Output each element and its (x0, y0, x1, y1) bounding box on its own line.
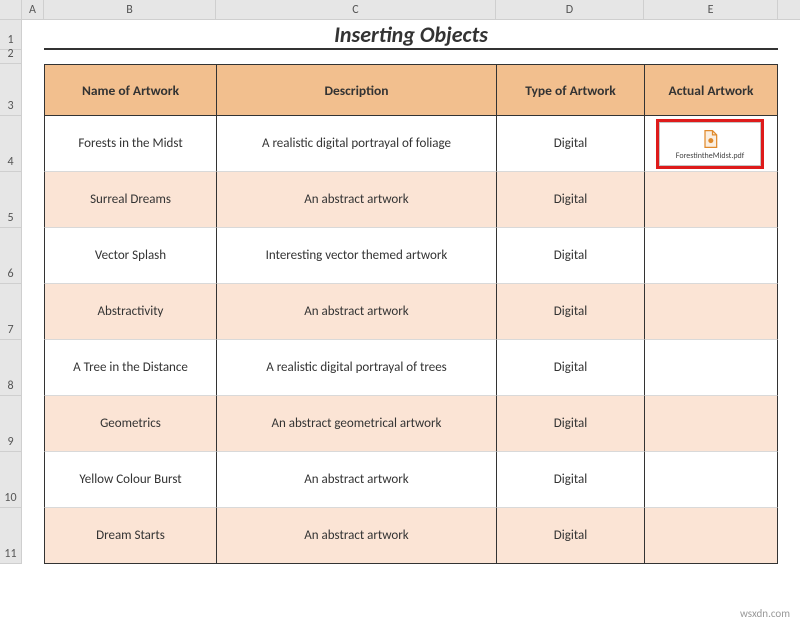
cell-a2[interactable] (22, 50, 44, 64)
table-row: 5 Surreal Dreams An abstract artwork Dig… (0, 172, 800, 228)
cell-artwork[interactable] (644, 508, 778, 564)
select-all-corner[interactable] (0, 0, 22, 19)
table-row: 7 Abstractivity An abstract artwork Digi… (0, 284, 800, 340)
table-row: 10 Yellow Colour Burst An abstract artwo… (0, 452, 800, 508)
col-header-d[interactable]: D (496, 0, 644, 19)
header-desc[interactable]: Description (216, 64, 496, 116)
row-header-5[interactable]: 5 (0, 172, 22, 228)
cell-type[interactable]: Digital (496, 116, 644, 172)
row-2: 2 (0, 50, 800, 64)
col-header-e[interactable]: E (644, 0, 778, 19)
pdf-icon (699, 128, 721, 150)
cell-type[interactable]: Digital (496, 284, 644, 340)
grid-body: 1 Inserting Objects 2 3 Name of Artwork … (0, 20, 800, 564)
cell-type[interactable]: Digital (496, 452, 644, 508)
cell-desc[interactable]: An abstract geometrical artwork (216, 396, 496, 452)
header-name[interactable]: Name of Artwork (44, 64, 216, 116)
cell-artwork[interactable] (644, 228, 778, 284)
row-header-6[interactable]: 6 (0, 228, 22, 284)
cell-a9[interactable] (22, 396, 44, 452)
cell-a8[interactable] (22, 340, 44, 396)
row-3: 3 Name of Artwork Description Type of Ar… (0, 64, 800, 116)
cell-b2[interactable] (44, 50, 778, 64)
cell-a10[interactable] (22, 452, 44, 508)
cell-a1[interactable] (22, 20, 44, 50)
header-type[interactable]: Type of Artwork (496, 64, 644, 116)
cell-name[interactable]: A Tree in the Distance (44, 340, 216, 396)
cell-a11[interactable] (22, 508, 44, 564)
cell-type[interactable]: Digital (496, 228, 644, 284)
cell-desc[interactable]: An abstract artwork (216, 508, 496, 564)
cell-type[interactable]: Digital (496, 340, 644, 396)
col-header-b[interactable]: B (44, 0, 216, 19)
cell-artwork[interactable] (644, 284, 778, 340)
cell-desc[interactable]: An abstract artwork (216, 172, 496, 228)
table-row: 8 A Tree in the Distance A realistic dig… (0, 340, 800, 396)
cell-desc[interactable]: Interesting vector themed artwork (216, 228, 496, 284)
page-title[interactable]: Inserting Objects (44, 20, 778, 50)
cell-desc[interactable]: A realistic digital portrayal of foliage (216, 116, 496, 172)
watermark: wsxdn.com (740, 607, 790, 620)
row-1: 1 Inserting Objects (0, 20, 800, 50)
cell-name[interactable]: Vector Splash (44, 228, 216, 284)
row-header-11[interactable]: 11 (0, 508, 22, 564)
header-actual[interactable]: Actual Artwork (644, 64, 778, 116)
cell-name[interactable]: Abstractivity (44, 284, 216, 340)
row-header-7[interactable]: 7 (0, 284, 22, 340)
table-row: 11 Dream Starts An abstract artwork Digi… (0, 508, 800, 564)
row-header-3[interactable]: 3 (0, 64, 22, 116)
cell-desc[interactable]: A realistic digital portrayal of trees (216, 340, 496, 396)
cell-type[interactable]: Digital (496, 396, 644, 452)
cell-a6[interactable] (22, 228, 44, 284)
row-header-10[interactable]: 10 (0, 452, 22, 508)
row-header-8[interactable]: 8 (0, 340, 22, 396)
embedded-object[interactable]: ForestintheMidst.pdf (656, 119, 764, 169)
cell-type[interactable]: Digital (496, 508, 644, 564)
cell-a5[interactable] (22, 172, 44, 228)
cell-artwork[interactable] (644, 340, 778, 396)
cell-name[interactable]: Yellow Colour Burst (44, 452, 216, 508)
cell-name[interactable]: Dream Starts (44, 508, 216, 564)
col-header-a[interactable]: A (22, 0, 44, 19)
cell-artwork[interactable] (644, 452, 778, 508)
cell-name[interactable]: Surreal Dreams (44, 172, 216, 228)
cell-a4[interactable] (22, 116, 44, 172)
cell-type[interactable]: Digital (496, 172, 644, 228)
cell-desc[interactable]: An abstract artwork (216, 284, 496, 340)
cell-name[interactable]: Geometrics (44, 396, 216, 452)
cell-desc[interactable]: An abstract artwork (216, 452, 496, 508)
row-header-1[interactable]: 1 (0, 20, 22, 50)
col-header-c[interactable]: C (216, 0, 496, 19)
embedded-filename: ForestintheMidst.pdf (674, 152, 746, 161)
table-row: 6 Vector Splash Interesting vector theme… (0, 228, 800, 284)
cell-artwork[interactable] (644, 172, 778, 228)
cell-a7[interactable] (22, 284, 44, 340)
cell-a3[interactable] (22, 64, 44, 116)
column-headers: A B C D E (0, 0, 800, 20)
row-header-2[interactable]: 2 (0, 50, 22, 64)
cell-name[interactable]: Forests in the Midst (44, 116, 216, 172)
spreadsheet: A B C D E 1 Inserting Objects 2 3 Name o… (0, 0, 800, 628)
row-header-9[interactable]: 9 (0, 396, 22, 452)
row-header-4[interactable]: 4 (0, 116, 22, 172)
table-row: 9 Geometrics An abstract geometrical art… (0, 396, 800, 452)
cell-artwork[interactable] (644, 396, 778, 452)
